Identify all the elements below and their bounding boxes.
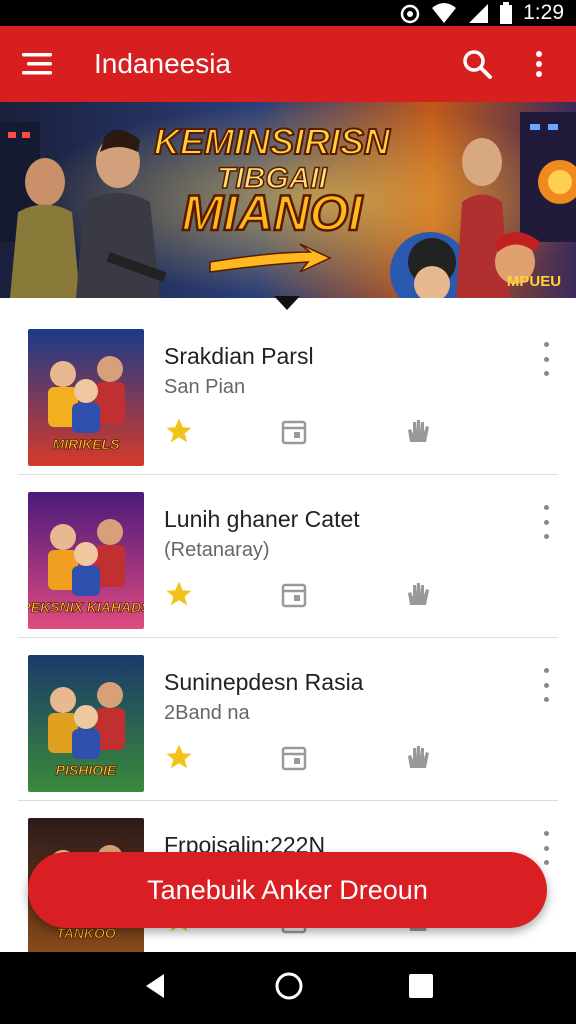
status-time: 1:29 (523, 1, 564, 24)
overflow-menu-button[interactable] (508, 26, 570, 102)
more-vert-dot (543, 697, 549, 702)
hand-icon (408, 583, 429, 605)
hamburger-icon (22, 53, 52, 75)
list-item[interactable]: MIRIKELS Srakdian Parsl San Pian (0, 312, 576, 475)
system-nav-bar (0, 952, 576, 1024)
more-vert-dot (543, 356, 549, 362)
battery-icon (499, 2, 513, 24)
banner-title-line3: MIANOI (182, 185, 364, 241)
favorite-button[interactable] (164, 742, 194, 777)
more-vert-dot (543, 845, 549, 851)
banner-title-line1: KEMINSIRISN (154, 121, 391, 162)
home-button[interactable] (274, 971, 304, 1006)
item-more-button[interactable] (534, 342, 558, 376)
status-bar: 1:29 (0, 0, 576, 26)
item-more-button[interactable] (534, 831, 558, 865)
more-vert-dot (543, 668, 549, 673)
recents-button[interactable] (408, 973, 434, 1004)
more-vert-dot (543, 831, 549, 836)
star-icon (166, 744, 192, 769)
game-subtitle: 2Band na (164, 702, 250, 724)
game-thumbnail[interactable]: PEKSNIX KIAHADS (28, 492, 144, 629)
back-button[interactable] (142, 972, 170, 1005)
favorite-button[interactable] (164, 579, 194, 614)
game-name: Suninepdesn Rasia (164, 669, 364, 695)
game-thumbnail[interactable]: PISHIOIE (28, 655, 144, 792)
promo-banner[interactable]: KEMINSIRISN TIBGAII MIANOI MPUEU (0, 102, 576, 298)
primary-action-button[interactable]: Tanebuik Anker Dreoun (28, 852, 547, 928)
menu-button[interactable] (0, 26, 76, 102)
calendar-icon (281, 583, 307, 608)
calendar-button[interactable] (280, 418, 308, 451)
calendar-icon (281, 746, 307, 771)
favorite-button[interactable] (164, 416, 194, 451)
primary-action-label: Tanebuik Anker Dreoun (147, 874, 428, 905)
hand-button[interactable] (404, 416, 432, 449)
calendar-button[interactable] (280, 744, 308, 777)
more-vert-icon (536, 51, 542, 77)
recents-icon (409, 973, 433, 998)
more-vert-dot (543, 534, 549, 539)
thumbnail-title: MIRIKELS (53, 436, 121, 452)
banner-artwork: KEMINSIRISN TIBGAII MIANOI MPUEU (0, 102, 576, 298)
star-icon (166, 581, 192, 606)
list-item[interactable]: PEKSNIX KIAHADS Lunih ghaner Catet (Reta… (0, 475, 576, 638)
more-vert-dot (543, 371, 549, 376)
home-icon (275, 972, 303, 999)
banner-corner-text: MPUEU (507, 273, 561, 290)
list-item[interactable]: PISHIOIE Suninepdesn Rasia 2Band na (0, 638, 576, 801)
app-bar: Indaneesia (0, 26, 576, 102)
wifi-icon (431, 2, 457, 24)
search-icon (463, 50, 492, 79)
hand-button[interactable] (404, 579, 432, 612)
game-name: Srakdian Parsl (164, 343, 314, 369)
more-vert-dot (543, 860, 549, 865)
more-vert-dot (543, 682, 549, 688)
game-subtitle: (Retanaray) (164, 539, 270, 561)
app-title: Indaneesia (94, 48, 232, 79)
hand-icon (408, 746, 429, 768)
hand-button[interactable] (404, 742, 432, 775)
hand-icon (408, 420, 429, 442)
more-vert-dot (543, 505, 549, 510)
thumbnail-title: PEKSNIX KIAHADS (28, 599, 144, 615)
calendar-button[interactable] (280, 581, 308, 614)
game-name: Lunih ghaner Catet (164, 506, 360, 532)
item-more-button[interactable] (534, 505, 558, 539)
back-icon (146, 973, 164, 998)
calendar-icon (281, 420, 307, 445)
game-subtitle: San Pian (164, 376, 246, 398)
banner-caret (274, 296, 300, 310)
alarm-icon (399, 2, 421, 24)
star-icon (166, 418, 192, 443)
signal-icon (467, 2, 489, 24)
game-thumbnail[interactable]: MIRIKELS (28, 329, 144, 466)
item-more-button[interactable] (534, 668, 558, 702)
more-vert-dot (543, 519, 549, 525)
search-button[interactable] (446, 26, 508, 102)
more-vert-dot (543, 342, 549, 347)
thumbnail-title: PISHIOIE (56, 762, 117, 778)
